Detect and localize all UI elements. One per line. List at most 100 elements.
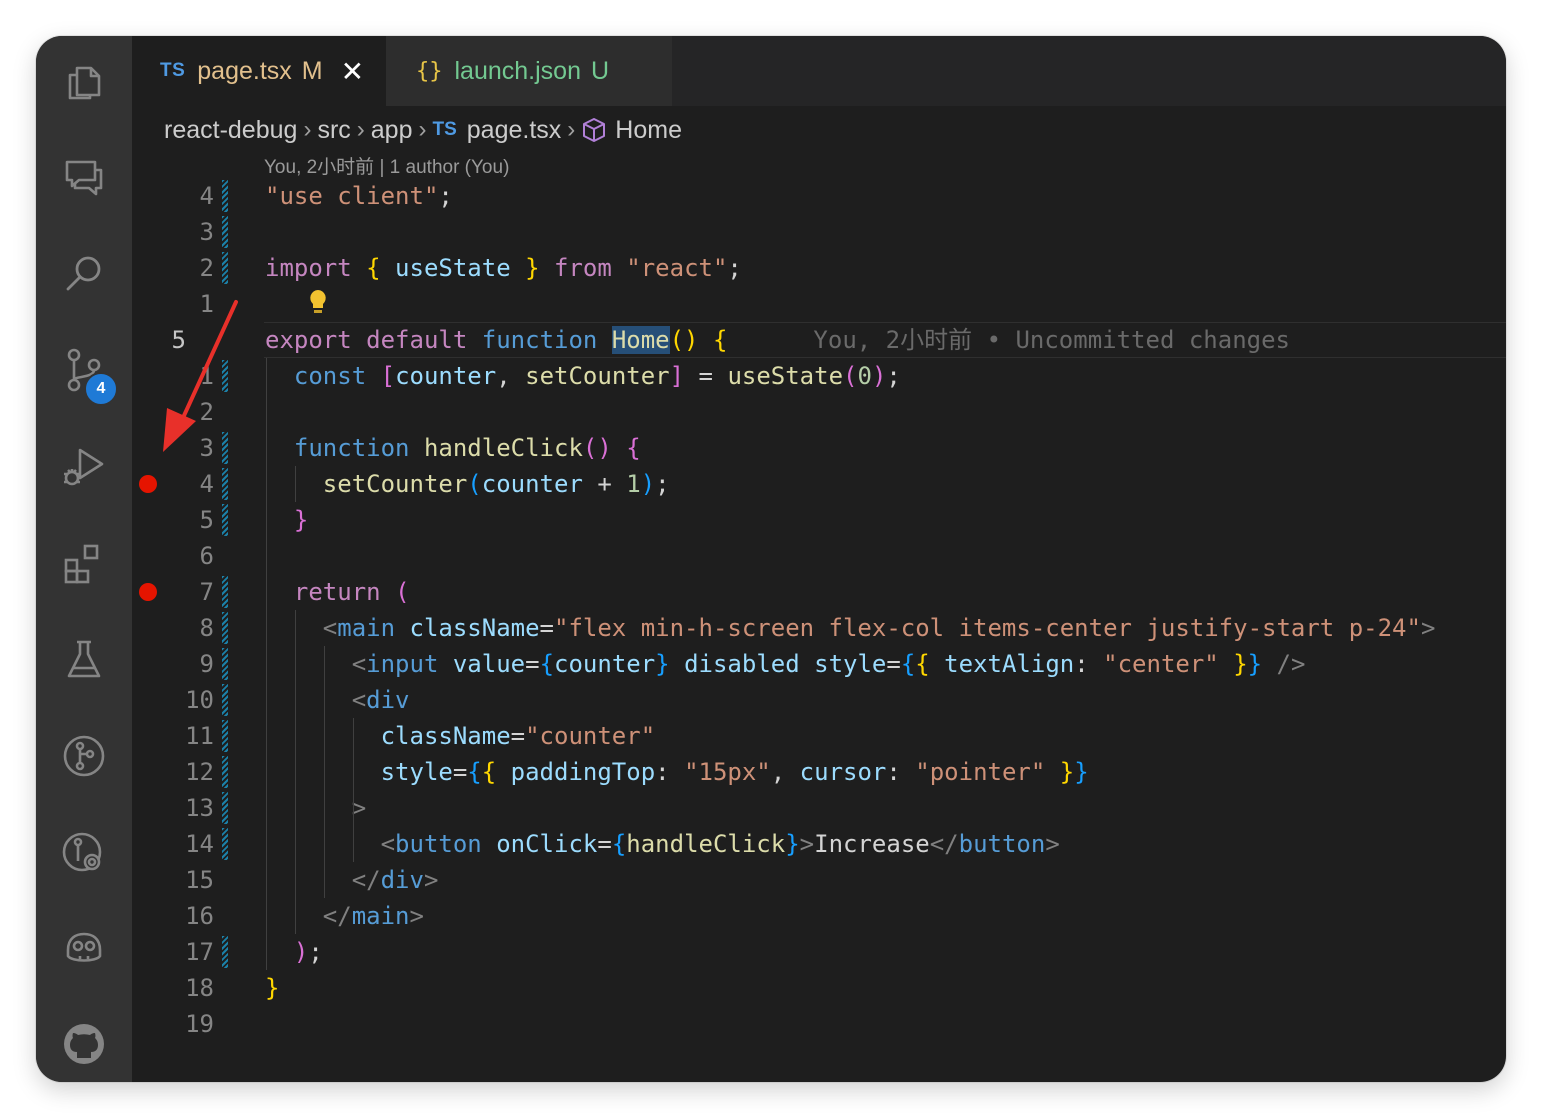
breakpoint-icon[interactable] — [139, 583, 157, 601]
git-graph-icon[interactable] — [60, 732, 108, 780]
git-change-marker[interactable] — [222, 576, 228, 608]
run-debug-icon[interactable] — [60, 442, 108, 490]
git-change-marker[interactable] — [222, 612, 228, 644]
github-icon[interactable] — [60, 1020, 108, 1068]
code-token: export — [265, 326, 352, 354]
line-number[interactable]: 10 — [132, 682, 214, 718]
explorer-icon[interactable] — [60, 58, 108, 106]
code-token: > — [409, 902, 424, 930]
code-line[interactable]: 2 import { useState } from "react"; — [132, 250, 1506, 286]
code-line[interactable]: 3 — [132, 214, 1506, 250]
git-change-marker[interactable] — [222, 216, 228, 248]
chat-icon[interactable] — [60, 154, 108, 202]
code-line[interactable]: 16 </main> — [132, 898, 1506, 934]
search-icon[interactable] — [60, 250, 108, 298]
code-line[interactable]: 15 </div> — [132, 862, 1506, 898]
code-line[interactable]: 3 function handleClick() { — [132, 430, 1506, 466]
inline-blame[interactable]: You, 2小时前 • Uncommitted changes — [813, 326, 1290, 354]
line-number[interactable]: 1 — [132, 358, 214, 394]
code-token: onClick — [496, 830, 598, 858]
code-line[interactable]: 17 ); — [132, 934, 1506, 970]
code-line[interactable]: 13 > — [132, 790, 1506, 826]
code-token: div — [380, 866, 424, 894]
code-line[interactable]: 9 <input value={counter} disabled style=… — [132, 646, 1506, 682]
extensions-icon[interactable] — [60, 540, 108, 588]
line-number[interactable]: 9 — [132, 646, 214, 682]
git-change-marker[interactable] — [222, 468, 228, 500]
code-line[interactable]: 4 "use client"; — [132, 178, 1506, 214]
code-token: > — [423, 866, 439, 894]
line-number[interactable]: 14 — [132, 826, 214, 862]
line-number[interactable]: 11 — [132, 718, 214, 754]
code-token: ; — [308, 938, 323, 966]
breakpoint-icon[interactable] — [139, 475, 157, 493]
code-line[interactable]: 19 — [132, 1006, 1506, 1042]
git-change-marker[interactable] — [222, 180, 228, 212]
git-change-marker[interactable] — [222, 720, 228, 752]
code-line[interactable]: 7 return ( — [132, 574, 1506, 610]
line-number[interactable]: 5 — [132, 502, 214, 538]
code-line[interactable]: 1 — [132, 286, 1506, 322]
line-number[interactable]: 4 — [132, 178, 214, 214]
git-change-marker[interactable] — [222, 504, 228, 536]
line-number[interactable]: 2 — [132, 394, 214, 430]
git-change-marker[interactable] — [222, 360, 228, 392]
line-number[interactable]: 17 — [132, 934, 214, 970]
git-lens-icon[interactable] — [60, 828, 108, 876]
line-number[interactable]: 8 — [132, 610, 214, 646]
code-token: ( — [843, 362, 858, 390]
git-change-marker[interactable] — [222, 432, 228, 464]
git-change-marker[interactable] — [222, 828, 228, 860]
code-line[interactable]: 5 export default function Home() {You, 2小… — [132, 322, 1506, 358]
lightbulb-icon[interactable] — [308, 288, 328, 318]
code-token: { — [366, 254, 381, 282]
code-line[interactable]: 6 — [132, 538, 1506, 574]
line-number[interactable]: 13 — [132, 790, 214, 826]
code-token: 1 — [626, 470, 641, 498]
git-change-marker[interactable] — [222, 684, 228, 716]
git-change-marker[interactable] — [222, 648, 228, 680]
code-line[interactable]: 12 style={{ paddingTop: "15px", cursor: … — [132, 754, 1506, 790]
testing-icon[interactable] — [60, 636, 108, 684]
code-line[interactable]: 18} — [132, 970, 1506, 1006]
code-token: { — [712, 326, 728, 354]
line-number[interactable]: 2 — [132, 250, 214, 286]
copilot-icon[interactable] — [60, 924, 108, 972]
code-line[interactable]: 10 <div — [132, 682, 1506, 718]
line-number[interactable]: 16 — [132, 898, 214, 934]
code-line[interactable]: 2 — [132, 394, 1506, 430]
code-line[interactable]: 1 const [counter, setCounter] = useState… — [132, 358, 1506, 394]
line-number[interactable]: 18 — [132, 970, 214, 1006]
git-change-marker[interactable] — [222, 936, 228, 968]
code-line[interactable]: 8 <main className="flex min-h-screen fle… — [132, 610, 1506, 646]
line-number[interactable]: 12 — [132, 754, 214, 790]
code-token: "flex min-h-screen flex-col items-center… — [554, 614, 1421, 642]
line-number[interactable]: 15 — [132, 862, 214, 898]
git-change-marker[interactable] — [222, 792, 228, 824]
line-number[interactable]: 1 — [132, 286, 214, 322]
code-line[interactable]: 11 className="counter" — [132, 718, 1506, 754]
code-token: } — [655, 650, 670, 678]
code-token: handleClick — [626, 830, 786, 858]
code-token: : — [886, 758, 916, 786]
git-change-marker[interactable] — [222, 252, 228, 284]
git-change-marker[interactable] — [222, 756, 228, 788]
code-token: = — [684, 362, 728, 390]
line-number[interactable]: 5 — [132, 322, 186, 358]
line-number[interactable]: 6 — [132, 538, 214, 574]
code-editor[interactable]: 4 "use client"; 3 2 import { useState } from… — [132, 36, 1506, 1082]
line-number[interactable]: 3 — [132, 214, 214, 250]
code-text: const [counter, setCounter] = useState(0… — [265, 358, 901, 394]
code-line[interactable]: 4 setCounter(counter + 1); — [132, 466, 1506, 502]
indent-guide — [324, 646, 325, 898]
line-number[interactable]: 3 — [132, 430, 214, 466]
code-line[interactable]: 14 <button onClick={handleClick}>Increas… — [132, 826, 1506, 862]
code-token: main — [351, 902, 410, 930]
line-number[interactable]: 19 — [132, 1006, 214, 1042]
code-line[interactable]: 5 } — [132, 502, 1506, 538]
